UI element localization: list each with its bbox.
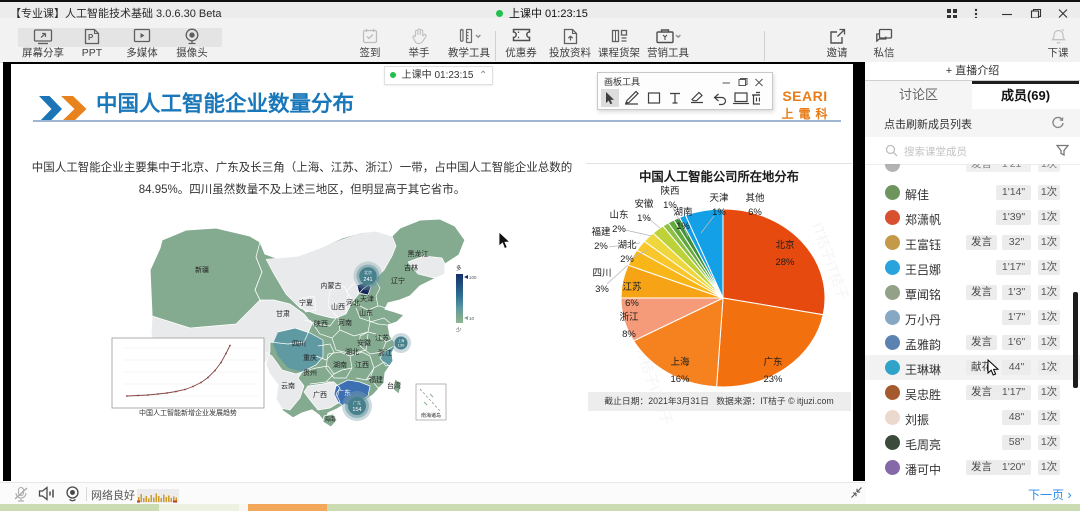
svg-text:6%: 6% [625, 298, 639, 309]
svg-text:河南: 河南 [338, 318, 352, 327]
svg-text:多: 多 [456, 264, 462, 272]
svg-text:上海: 上海 [670, 356, 690, 368]
svg-text:甘肃: 甘肃 [276, 309, 290, 318]
svg-text:浙江: 浙江 [619, 311, 639, 323]
svg-text:河北: 河北 [346, 299, 360, 307]
svg-text:少: 少 [456, 327, 462, 334]
svg-text:江苏: 江苏 [375, 333, 389, 342]
svg-text:陕西: 陕西 [314, 319, 328, 328]
svg-text:宁夏: 宁夏 [299, 298, 313, 307]
svg-text:天津: 天津 [360, 295, 374, 303]
svg-text:16%: 16% [670, 374, 690, 385]
svg-text:福建: 福建 [369, 375, 383, 384]
svg-text:中国人工智能公司所在地分布: 中国人工智能公司所在地分布 [639, 169, 799, 184]
svg-text:海南: 海南 [324, 415, 336, 423]
svg-text:广西: 广西 [313, 390, 327, 399]
svg-text:江苏: 江苏 [622, 281, 642, 293]
svg-text:广东: 广东 [763, 356, 782, 368]
svg-text:浙江: 浙江 [378, 348, 392, 357]
svg-text:湖南: 湖南 [673, 206, 692, 218]
svg-text:P: P [88, 33, 94, 42]
svg-text:南海诸岛: 南海诸岛 [421, 412, 441, 419]
svg-text:8%: 8% [622, 329, 636, 340]
svg-text:四川: 四川 [292, 340, 306, 348]
svg-text:山东: 山东 [359, 308, 373, 317]
svg-text:四川: 四川 [592, 268, 611, 279]
svg-text:130: 130 [398, 343, 405, 348]
svg-text:辽宁: 辽宁 [391, 276, 405, 285]
svg-text:1%: 1% [637, 213, 651, 224]
svg-text:湖南: 湖南 [333, 360, 347, 369]
svg-text:10: 10 [469, 316, 475, 321]
svg-text:2%: 2% [594, 241, 608, 252]
svg-text:湖北: 湖北 [345, 347, 359, 356]
svg-text:江西: 江西 [355, 361, 369, 369]
svg-text:6%: 6% [748, 207, 762, 218]
svg-text:山西: 山西 [331, 302, 345, 311]
svg-text:100: 100 [469, 275, 477, 280]
svg-text:广东: 广东 [353, 400, 361, 406]
svg-text:内蒙古: 内蒙古 [321, 281, 342, 290]
svg-text:其他: 其他 [745, 192, 765, 204]
svg-text:1%: 1% [676, 221, 690, 232]
svg-text:天津: 天津 [709, 193, 729, 204]
svg-text:山东: 山东 [609, 209, 628, 221]
svg-text:安徽: 安徽 [634, 198, 654, 210]
svg-text:黑龙江: 黑龙江 [408, 249, 429, 258]
svg-text:154: 154 [352, 407, 361, 413]
svg-text:北京: 北京 [364, 269, 372, 275]
svg-text:福建: 福建 [591, 226, 611, 238]
svg-text:241: 241 [363, 277, 372, 283]
svg-text:28%: 28% [775, 257, 795, 268]
svg-text:2%: 2% [612, 224, 626, 235]
svg-text:北京: 北京 [775, 239, 794, 251]
svg-text:吉林: 吉林 [404, 263, 418, 272]
svg-text:1%: 1% [712, 207, 726, 218]
svg-text:云南: 云南 [281, 381, 295, 390]
svg-text:新疆: 新疆 [195, 265, 209, 274]
svg-text:23%: 23% [763, 374, 783, 385]
svg-text:中国人工智能新增企业发展趋势: 中国人工智能新增企业发展趋势 [139, 408, 237, 417]
svg-text:湖北: 湖北 [617, 240, 637, 251]
svg-text:2%: 2% [620, 254, 634, 265]
svg-text:截止日期：2021年3月31日 数据来源：IT桔子 ©: 截止日期：2021年3月31日 数据来源：IT桔子 © itjuzi.com [604, 395, 833, 406]
svg-text:贵州: 贵州 [303, 368, 317, 377]
svg-text:安徽: 安徽 [357, 338, 371, 347]
svg-text:3%: 3% [595, 284, 609, 295]
svg-text:陕西: 陕西 [660, 185, 679, 197]
svg-text:重庆: 重庆 [303, 353, 317, 362]
svg-text:台湾: 台湾 [387, 381, 401, 390]
